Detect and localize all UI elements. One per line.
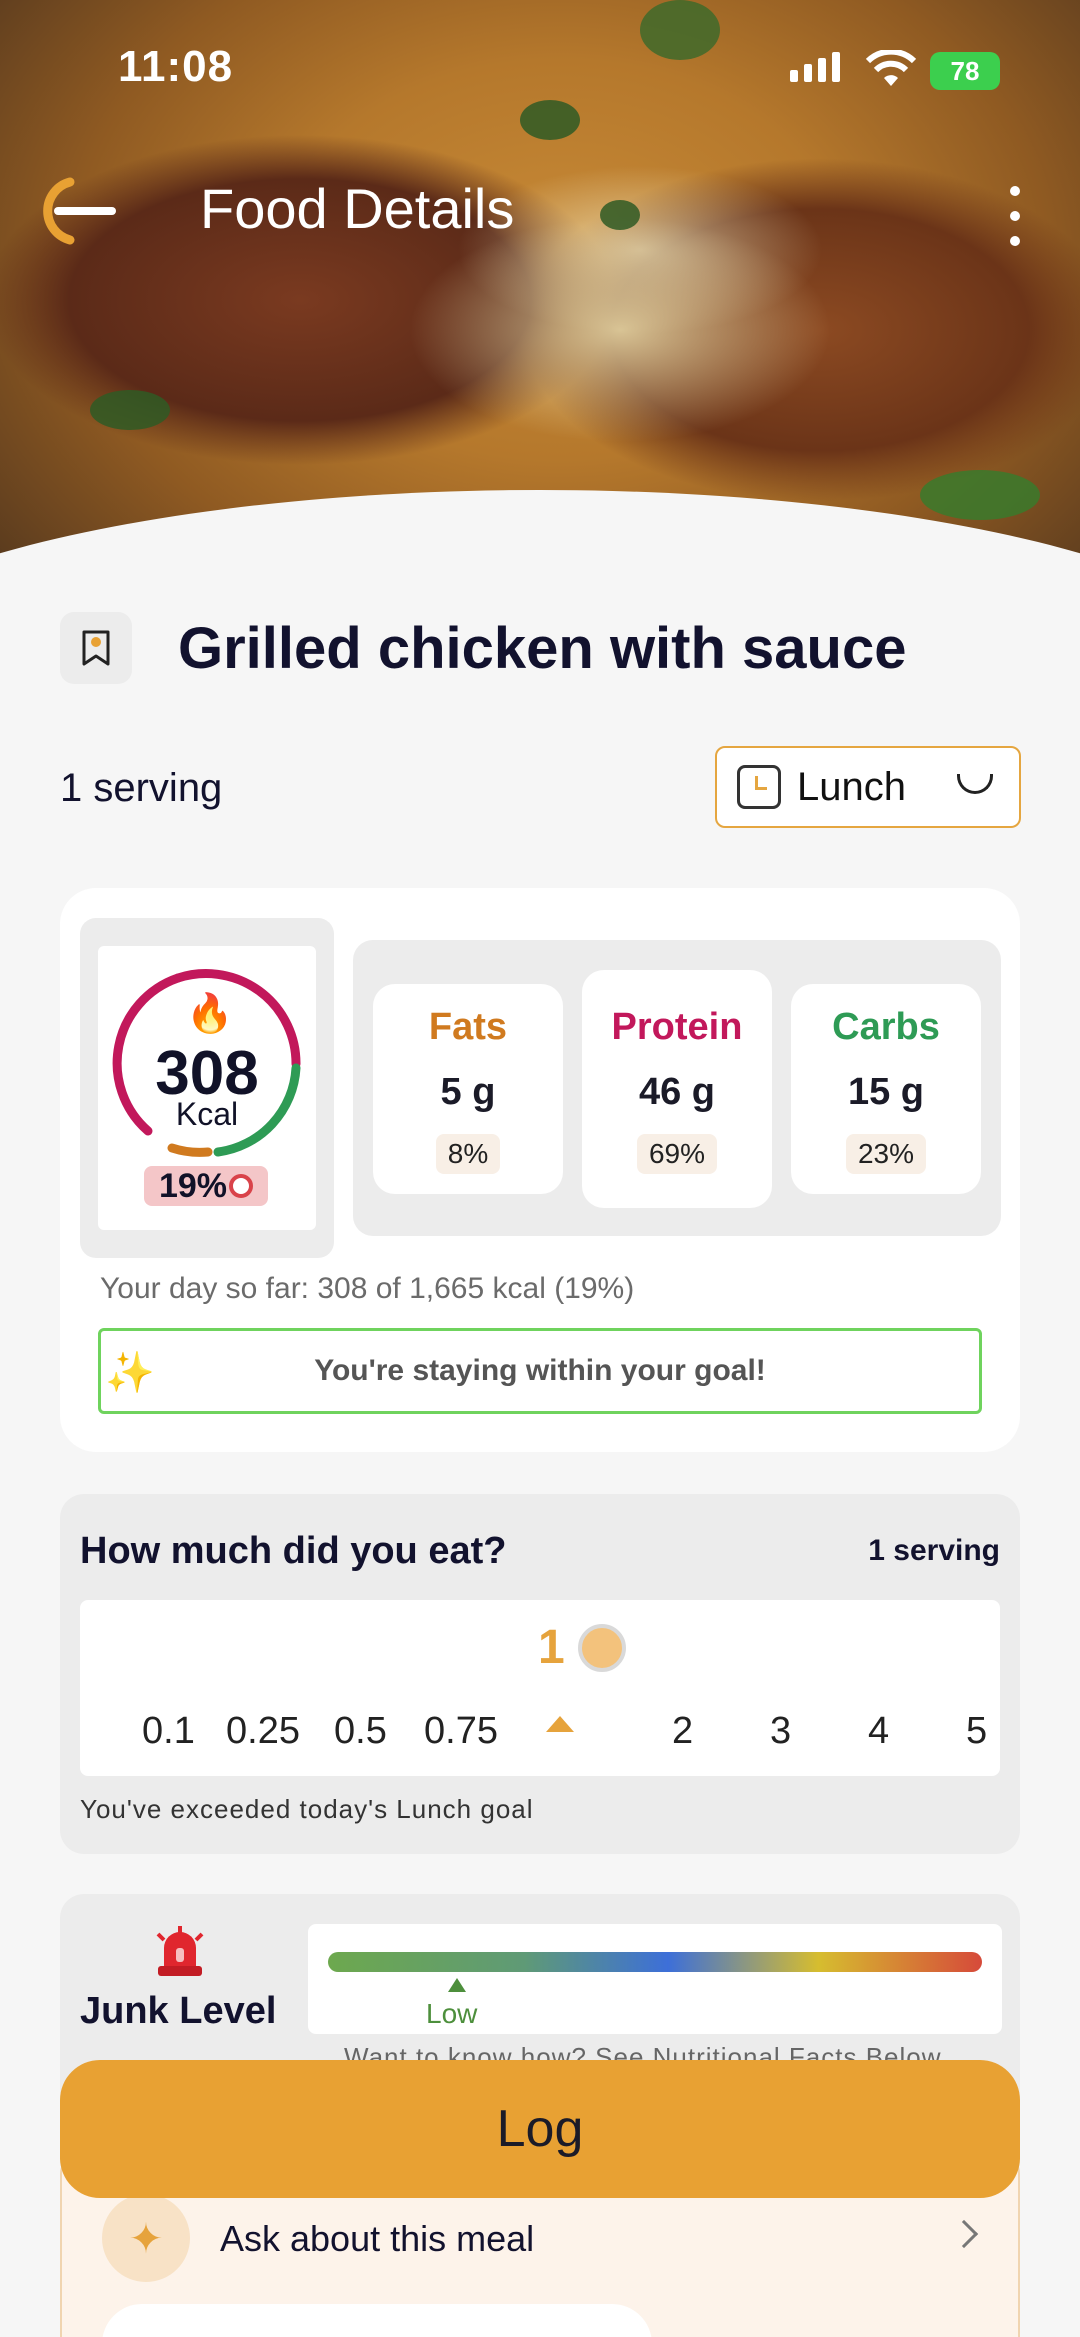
nutrition-card: 🔥 308 Kcal 19% Fats 5 g 8% Protein 46 g …: [60, 888, 1020, 1452]
portion-card: How much did you eat? 1 serving 1 0.1 0.…: [60, 1494, 1020, 1854]
macro-name: Protein: [611, 1006, 743, 1048]
goal-status-box: ✨ You're staying within your goal!: [98, 1328, 982, 1414]
calorie-box: 🔥 308 Kcal 19%: [80, 918, 334, 1258]
portion-tick[interactable]: 3: [770, 1710, 791, 1753]
sparkle-icon: ✨: [105, 1351, 155, 1395]
serving-label: 1 serving: [60, 766, 223, 810]
macro-fats: Fats 5 g 8%: [373, 984, 563, 1194]
macro-carbs: Carbs 15 g 23%: [791, 984, 981, 1194]
clock-icon: [737, 765, 781, 809]
chevron-right-icon: [949, 2219, 979, 2249]
battery-level: 78: [950, 55, 980, 86]
log-button[interactable]: Log: [60, 2060, 1020, 2198]
chevron-down-icon: [957, 774, 993, 794]
target-icon: [229, 1174, 254, 1198]
portion-tick[interactable]: 4: [868, 1710, 889, 1753]
macro-percent: 8%: [435, 1134, 501, 1174]
portion-slider[interactable]: 1 0.1 0.25 0.5 0.75 2 3 4 5: [80, 1600, 1000, 1776]
sparkles-icon: ✦: [102, 2194, 190, 2282]
wifi-icon: [865, 48, 917, 95]
macro-value: 15 g: [847, 1071, 925, 1113]
portion-tick[interactable]: 0.75: [424, 1710, 498, 1753]
calorie-unit: Kcal: [175, 1096, 239, 1132]
portion-question: How much did you eat?: [80, 1530, 507, 1572]
macro-percent: 23%: [845, 1134, 927, 1174]
portion-tick[interactable]: 2: [672, 1710, 693, 1753]
portion-serving: 1 serving: [868, 1534, 1000, 1567]
food-title-row: Grilled chicken with sauce: [60, 612, 906, 684]
calorie-percent: 19%: [158, 1166, 228, 1205]
junk-level-meter: Low: [308, 1924, 1002, 2034]
ask-suggestion-pill[interactable]: [102, 2304, 652, 2337]
battery-icon: 78: [930, 52, 1000, 90]
portion-warning: You've exceeded today's Lunch goal: [80, 1794, 534, 1824]
siren-icon: [152, 1926, 208, 1985]
back-arrow-icon[interactable]: [34, 166, 124, 256]
goal-message: You're staying within your goal!: [314, 1354, 766, 1387]
portion-pointer: [546, 1716, 574, 1732]
day-summary: Your day so far: 308 of 1,665 kcal (19%): [100, 1272, 635, 1305]
macro-name: Fats: [428, 1006, 508, 1048]
signal-icon: [790, 52, 840, 82]
junk-level-value: Low: [426, 1998, 478, 2029]
portion-tick[interactable]: 5: [966, 1710, 987, 1753]
macro-name: Carbs: [832, 1006, 940, 1048]
portion-selected-value: 1: [538, 1621, 565, 1674]
macros-panel: Fats 5 g 8% Protein 46 g 69% Carbs 15 g …: [353, 940, 1001, 1236]
macro-value: 5 g: [440, 1071, 496, 1113]
top-bar: Food Details: [0, 160, 1080, 260]
junk-gradient-bar: [328, 1952, 982, 1972]
slider-knob[interactable]: [578, 1624, 626, 1672]
macro-percent: 69%: [636, 1134, 718, 1174]
macro-value: 46 g: [638, 1071, 716, 1113]
page-title: Food Details: [200, 177, 515, 240]
calorie-percent-badge: 19%: [144, 1166, 268, 1206]
more-options-icon[interactable]: [1000, 186, 1030, 246]
status-time: 11:08: [118, 42, 234, 91]
junk-pointer: [448, 1978, 466, 1992]
meal-select[interactable]: Lunch: [715, 746, 1021, 828]
portion-tick[interactable]: 0.5: [334, 1710, 387, 1753]
portion-tick[interactable]: 0.1: [142, 1710, 195, 1753]
macro-protein: Protein 46 g 69%: [582, 970, 772, 1208]
flame-icon: 🔥: [186, 993, 234, 1035]
junk-level-label: Junk Level: [80, 1990, 277, 2032]
food-name: Grilled chicken with sauce: [178, 615, 907, 681]
portion-tick[interactable]: 0.25: [226, 1710, 300, 1753]
calorie-ring-panel: 🔥 308 Kcal 19%: [98, 946, 316, 1230]
meal-label: Lunch: [797, 764, 906, 809]
status-bar: 11:08 78: [0, 0, 1080, 140]
bookmark-icon[interactable]: [60, 612, 132, 684]
ask-meal-label: Ask about this meal: [220, 2218, 535, 2259]
